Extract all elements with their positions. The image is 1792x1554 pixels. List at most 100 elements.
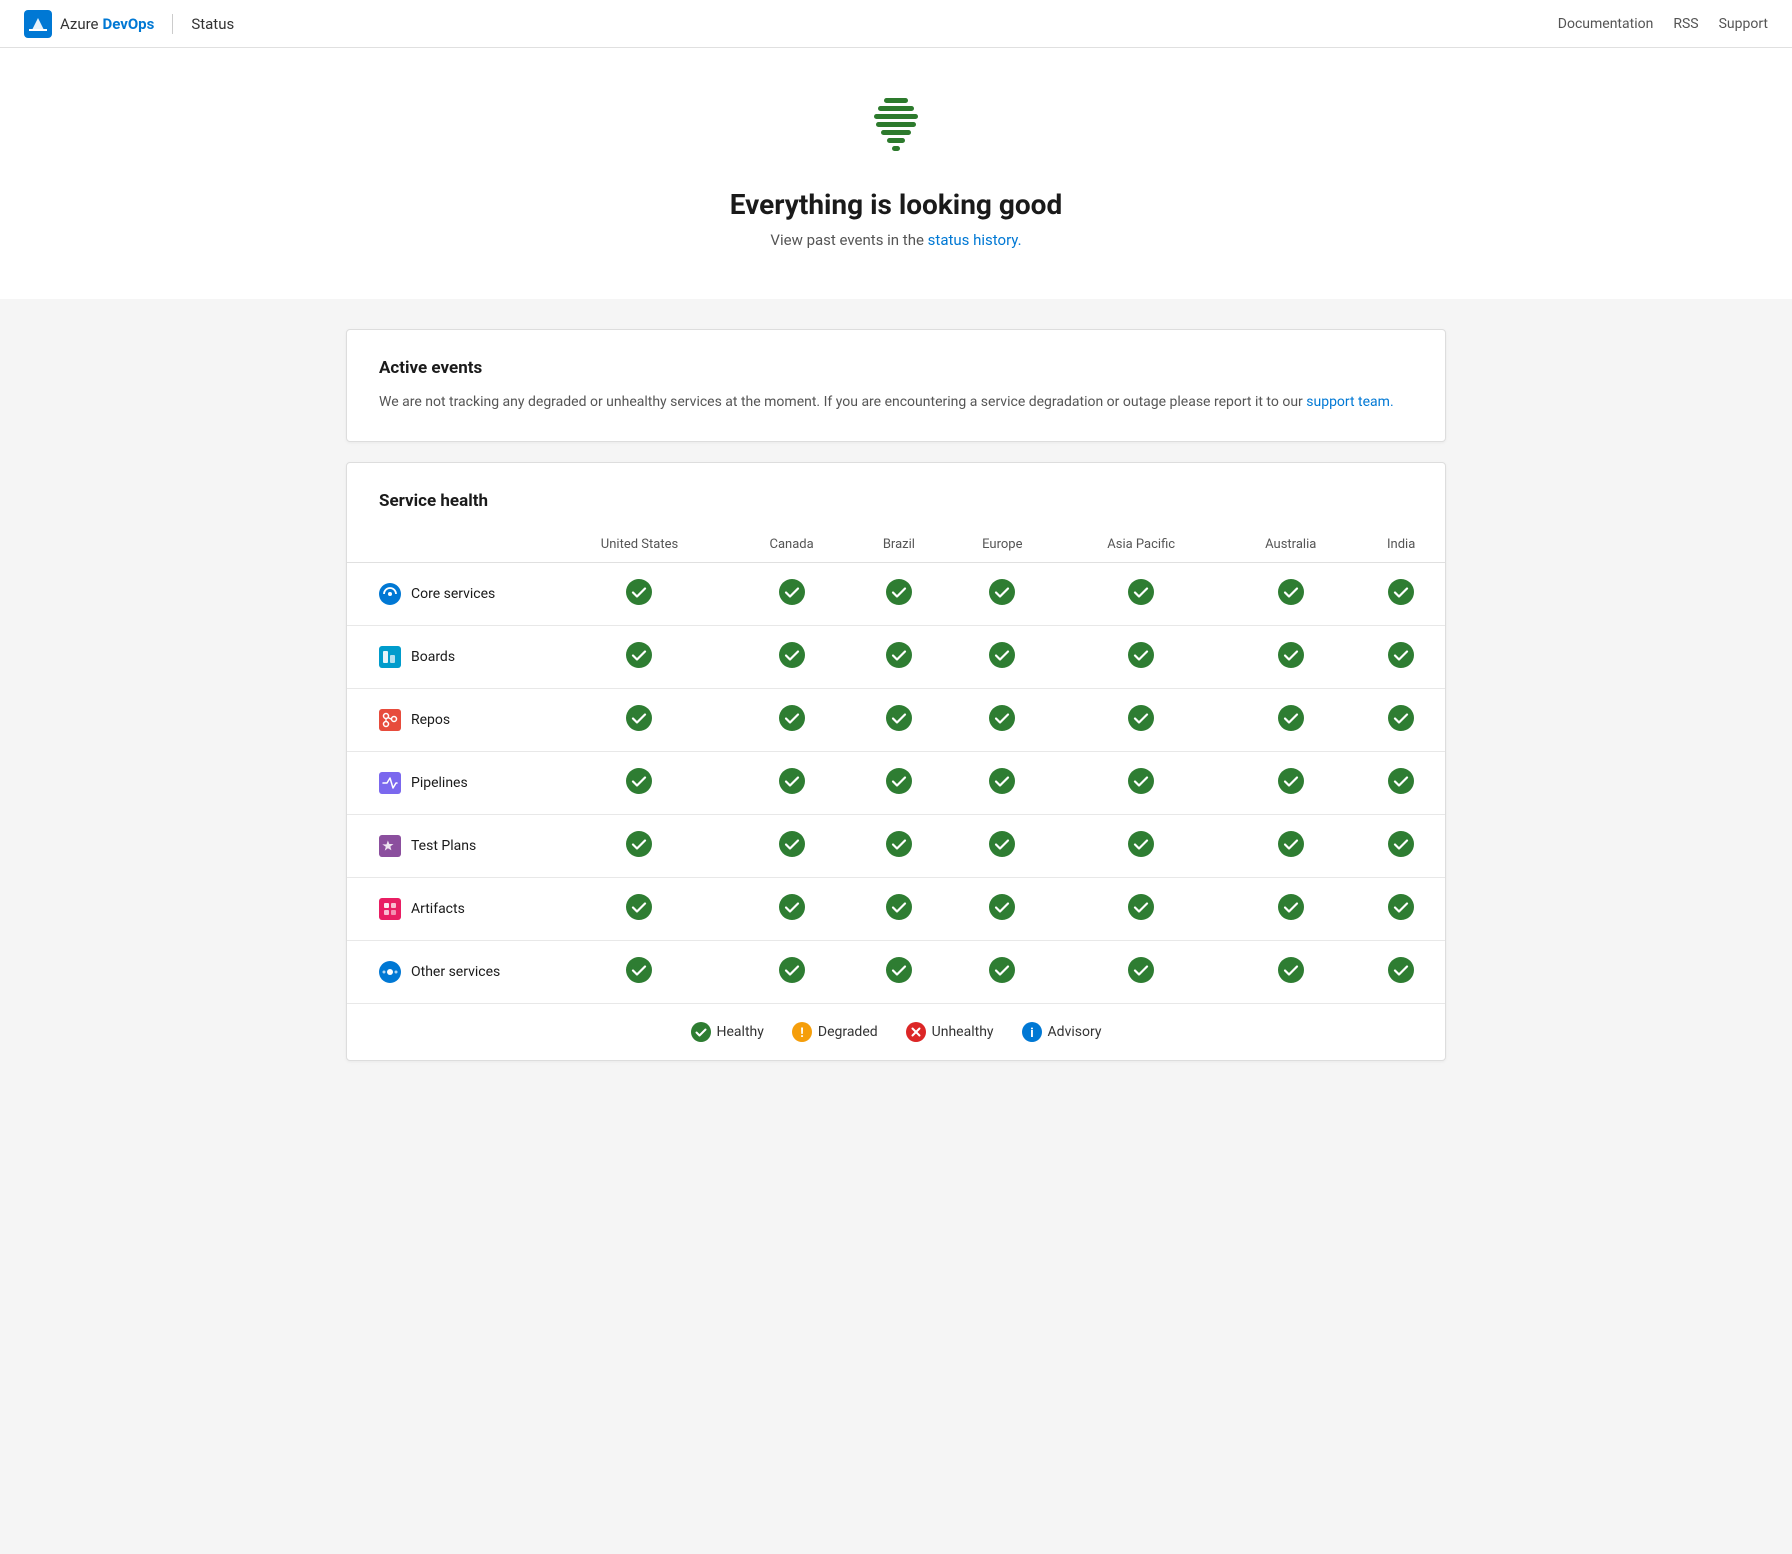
rss-link[interactable]: RSS [1673,16,1698,32]
svg-text:!: ! [800,1026,804,1041]
healthy-check-icon [626,705,652,731]
hero-section: Everything is looking good View past eve… [0,48,1792,299]
status-cell-6-0 [547,941,732,1004]
degraded-icon: ! [792,1022,812,1042]
healthy-check-icon [779,579,805,605]
advisory-icon: i [1022,1022,1042,1042]
status-cell-6-1 [732,941,851,1004]
status-cell-5-2 [851,878,946,941]
support-link[interactable]: Support [1719,16,1768,32]
healthy-check-icon [886,705,912,731]
col-header-india: India [1357,527,1445,563]
col-header-brazil: Brazil [851,527,946,563]
legend-healthy: Healthy [691,1022,764,1042]
healthy-check-icon [626,894,652,920]
healthy-check-icon [1128,894,1154,920]
status-cell-6-2 [851,941,946,1004]
legend-healthy-label: Healthy [717,1024,764,1040]
service-name-cell: Artifacts [347,878,547,941]
status-history-link[interactable]: status history. [928,231,1022,249]
status-cell-1-1 [732,626,851,689]
core-icon [379,583,401,605]
legend-degraded: ! Degraded [792,1022,878,1042]
healthy-check-icon [1128,768,1154,794]
status-cell-0-0 [547,563,732,626]
healthy-check-icon [779,642,805,668]
service-name: Other services [379,961,539,983]
status-cell-6-3 [947,941,1059,1004]
service-name: Repos [379,709,539,731]
hero-title: Everything is looking good [20,188,1772,221]
site-header: Azure DevOps Status Documentation RSS Su… [0,0,1792,48]
col-header-canada: Canada [732,527,851,563]
status-cell-4-4 [1058,815,1224,878]
heart-lines-svg [856,88,936,168]
status-cell-2-6 [1357,689,1445,752]
healthy-check-icon [1128,642,1154,668]
status-cell-0-2 [851,563,946,626]
healthy-check-icon [1278,705,1304,731]
azure-logo-icon [24,10,52,38]
service-name: Boards [379,646,539,668]
service-name-cell: Other services [347,941,547,1004]
status-cell-2-0 [547,689,732,752]
table-row: Boards [347,626,1445,689]
healthy-check-icon [779,957,805,983]
healthy-check-icon [1388,579,1414,605]
col-header-us: United States [547,527,732,563]
col-header-service [347,527,547,563]
active-events-message: We are not tracking any degraded or unhe… [379,392,1413,413]
healthy-check-icon [1278,831,1304,857]
support-team-link[interactable]: support team. [1306,394,1393,410]
table-row: Artifacts [347,878,1445,941]
healthy-check-icon [989,768,1015,794]
status-cell-1-6 [1357,626,1445,689]
hero-subtitle-text: View past events in the [770,231,924,249]
status-cell-0-4 [1058,563,1224,626]
health-table-header-row: United States Canada Brazil Europe Asia … [347,527,1445,563]
brand-devops: DevOps [102,15,154,33]
documentation-link[interactable]: Documentation [1558,16,1654,32]
table-row: Pipelines [347,752,1445,815]
healthy-check-icon [1128,831,1154,857]
legend-unhealthy: Unhealthy [906,1022,994,1042]
header-left: Azure DevOps Status [24,10,234,38]
healthy-check-icon [1388,957,1414,983]
healthy-check-icon [1128,579,1154,605]
service-name-cell: Pipelines [347,752,547,815]
healthy-check-icon [1388,642,1414,668]
healthy-check-icon [989,642,1015,668]
repos-icon [379,709,401,731]
health-table: United States Canada Brazil Europe Asia … [347,527,1445,1003]
healthy-check-icon [779,894,805,920]
healthy-check-icon [886,894,912,920]
brand-azure: Azure [60,15,98,33]
status-cell-3-3 [947,752,1059,815]
healthy-check-icon [626,831,652,857]
table-row: Repos [347,689,1445,752]
healthy-check-icon [989,705,1015,731]
status-cell-2-3 [947,689,1059,752]
status-cell-3-0 [547,752,732,815]
boards-icon [379,646,401,668]
status-cell-4-3 [947,815,1059,878]
status-cell-5-6 [1357,878,1445,941]
healthy-icon [691,1022,711,1042]
service-label: Repos [411,712,450,728]
service-health-title: Service health [347,491,1445,511]
svg-text:i: i [1030,1026,1033,1041]
healthy-check-icon [989,831,1015,857]
healthy-check-icon [1278,894,1304,920]
legend-advisory-label: Advisory [1048,1024,1102,1040]
healthy-check-icon [626,579,652,605]
healthy-check-icon [779,705,805,731]
healthy-check-icon [1388,831,1414,857]
status-cell-6-5 [1224,941,1357,1004]
active-events-text-content: We are not tracking any degraded or unhe… [379,394,1303,410]
status-cell-4-1 [732,815,851,878]
service-label: Artifacts [411,901,465,917]
health-table-header: United States Canada Brazil Europe Asia … [347,527,1445,563]
status-cell-4-0 [547,815,732,878]
service-label: Other services [411,964,500,980]
testplans-icon [379,835,401,857]
